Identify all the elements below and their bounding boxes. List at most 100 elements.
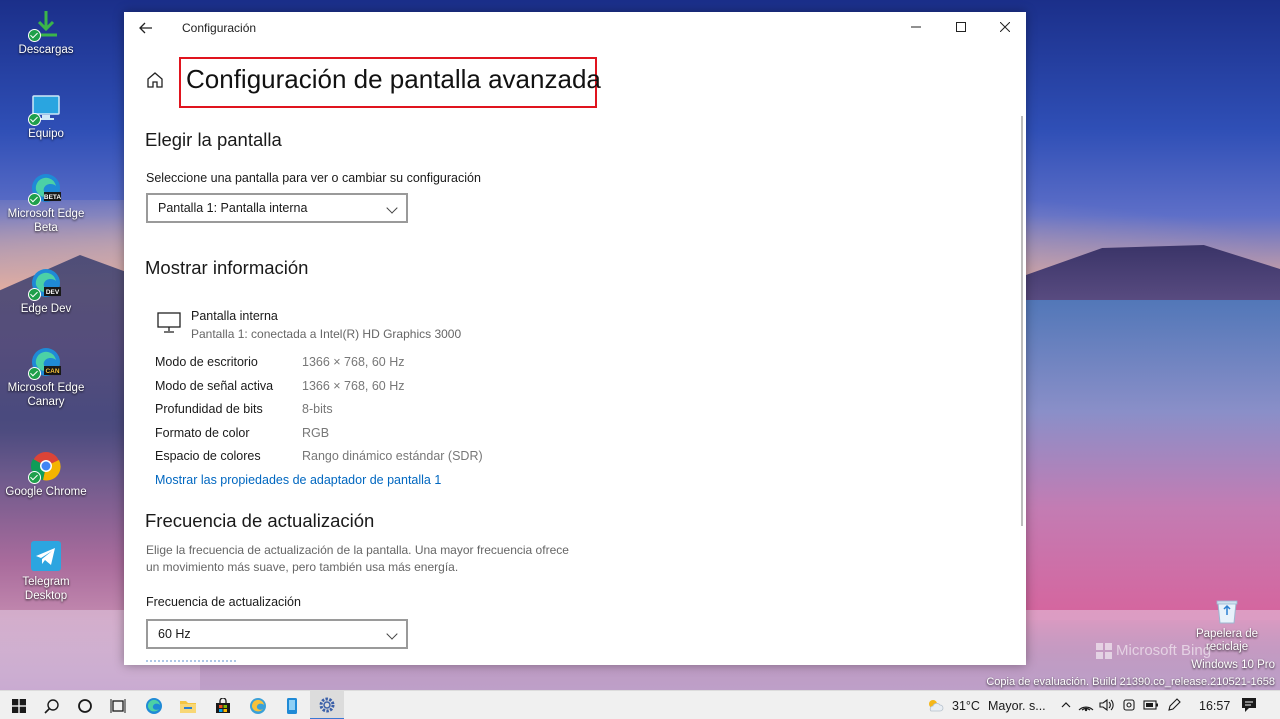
gear-icon <box>319 697 335 712</box>
desktop-icon-label: Descargas <box>18 44 74 56</box>
home-button[interactable] <box>145 70 165 90</box>
downloads-icon <box>28 8 62 42</box>
taskbar-app[interactable] <box>241 691 275 719</box>
taskbar-settings[interactable] <box>310 691 344 719</box>
taskbar-edge[interactable] <box>137 691 171 719</box>
refresh-rate-select[interactable]: 60 Hz <box>146 619 408 649</box>
close-button[interactable] <box>983 12 1026 42</box>
chevron-up-icon[interactable] <box>1058 697 1074 713</box>
edge-icon <box>146 697 162 714</box>
task-view-button[interactable] <box>101 691 135 719</box>
info-key: Espacio de colores <box>155 449 261 463</box>
computer-icon <box>28 92 62 126</box>
notifications-icon[interactable] <box>1241 697 1257 713</box>
choose-display-label: Seleccione una pantalla para ver o cambi… <box>146 171 481 185</box>
info-key: Modo de escritorio <box>155 355 258 369</box>
arrow-left-icon <box>139 22 152 34</box>
info-value: 8-bits <box>302 402 333 416</box>
weather-text[interactable]: Mayor. s... <box>988 699 1046 713</box>
clock[interactable]: 16:57 <box>1199 699 1230 713</box>
search-button[interactable] <box>35 691 69 719</box>
info-key: Modo de señal activa <box>155 379 274 393</box>
wallpaper-lake <box>1026 300 1280 620</box>
refresh-rate-description: Elige la frecuencia de actualización de … <box>146 543 569 574</box>
watermark-brand: Microsoft Bing <box>1116 642 1212 659</box>
scrollbar[interactable] <box>1021 116 1023 526</box>
desktop-icon-label: Equipo <box>28 128 64 140</box>
desktop-icon-downloads[interactable]: Descargas <box>4 8 88 57</box>
maximize-button[interactable] <box>939 12 983 42</box>
store-icon <box>216 697 230 713</box>
pen-icon[interactable] <box>1166 697 1182 713</box>
display-select-value: Pantalla 1: Pantalla interna <box>158 201 308 215</box>
taskbar: 31°C Mayor. s... 16:57 <box>0 690 1280 719</box>
chrome-icon <box>28 450 62 484</box>
weather-icon[interactable] <box>926 697 944 713</box>
taskbar-file-explorer[interactable] <box>171 691 205 719</box>
settings-window: Configuración Configuración de pantalla … <box>124 12 1026 665</box>
info-value: RGB <box>302 426 330 440</box>
title-bar: Configuración <box>124 12 1026 44</box>
battery-icon[interactable] <box>1143 697 1159 713</box>
desktop-icon-chrome[interactable]: Google Chrome <box>4 450 88 499</box>
adapter-properties-link[interactable]: Mostrar las propiedades de adaptador de … <box>155 473 441 487</box>
chevron-down-icon <box>386 202 398 214</box>
minimize-button[interactable] <box>894 12 938 42</box>
microsoft-logo-icon <box>1096 642 1112 659</box>
taskbar-phone[interactable] <box>275 691 309 719</box>
weather-temp[interactable]: 31°C <box>952 699 980 713</box>
page-title: Configuración de pantalla avanzada <box>179 57 601 108</box>
refresh-rate-label: Frecuencia de actualización <box>146 595 301 609</box>
info-row: Modo de señal activa 1366 × 768, 60 Hz <box>155 379 555 397</box>
edge-dev-icon: DEV <box>28 267 62 301</box>
desktop-icon-label: Telegram Desktop <box>22 576 70 602</box>
refresh-rate-heading: Frecuencia de actualización <box>145 510 375 531</box>
start-button[interactable] <box>2 691 36 719</box>
monitor-icon <box>157 312 181 334</box>
cortana-icon <box>78 698 92 713</box>
edge-canary-icon: CAN <box>28 346 62 380</box>
clipped-link <box>146 660 236 665</box>
choose-display-heading: Elegir la pantalla <box>145 129 282 150</box>
desktop-icon-edge-canary[interactable]: CAN Microsoft Edge Canary <box>4 346 88 409</box>
svg-text:BETA: BETA <box>44 194 62 201</box>
desktop-icon-edge-beta[interactable]: BETA Microsoft Edge Beta <box>4 172 88 235</box>
close-icon <box>1000 22 1010 32</box>
edge-beta-icon: BETA <box>28 172 62 206</box>
recycle-bin-icon <box>1215 598 1239 624</box>
desktop-icon-telegram[interactable]: Telegram Desktop <box>4 540 88 603</box>
info-key: Profundidad de bits <box>155 402 263 416</box>
svg-text:CAN: CAN <box>45 368 59 375</box>
windows-edition: Windows 10 Pro <box>1191 659 1275 671</box>
chevron-down-icon <box>386 628 398 640</box>
cortana-button[interactable] <box>68 691 102 719</box>
info-row: Espacio de colores Rango dinámico estánd… <box>155 449 555 467</box>
volume-icon[interactable] <box>1099 697 1115 713</box>
telegram-icon <box>30 540 62 572</box>
info-row: Modo de escritorio 1366 × 768, 60 Hz <box>155 355 555 373</box>
folder-icon <box>180 700 196 713</box>
refresh-rate-value: 60 Hz <box>158 627 191 641</box>
display-select[interactable]: Pantalla 1: Pantalla interna <box>146 193 408 223</box>
back-button[interactable] <box>134 18 158 38</box>
meet-now-icon[interactable] <box>1121 697 1137 713</box>
display-info-heading: Mostrar información <box>145 257 309 278</box>
taskbar-store[interactable] <box>206 691 240 719</box>
window-title: Configuración <box>182 21 257 35</box>
search-icon <box>44 698 59 714</box>
display-name: Pantalla interna <box>191 309 278 323</box>
edge-canary-icon <box>250 697 266 714</box>
task-view-icon <box>110 698 126 713</box>
desktop-icon-label: Edge Dev <box>20 303 72 315</box>
home-icon <box>147 72 163 88</box>
wifi-icon[interactable] <box>1078 697 1094 713</box>
minimize-icon <box>911 26 921 28</box>
desktop-icon-label: Microsoft Edge Canary <box>7 382 85 408</box>
svg-text:DEV: DEV <box>46 289 60 296</box>
desktop-icon-computer[interactable]: Equipo <box>4 92 88 141</box>
windows-icon <box>12 698 26 713</box>
phone-icon <box>287 697 297 714</box>
info-value: Rango dinámico estándar (SDR) <box>302 449 483 463</box>
desktop-icon-edge-dev[interactable]: DEV Edge Dev <box>4 267 88 316</box>
bing-watermark: Microsoft Bing <box>1096 642 1211 659</box>
